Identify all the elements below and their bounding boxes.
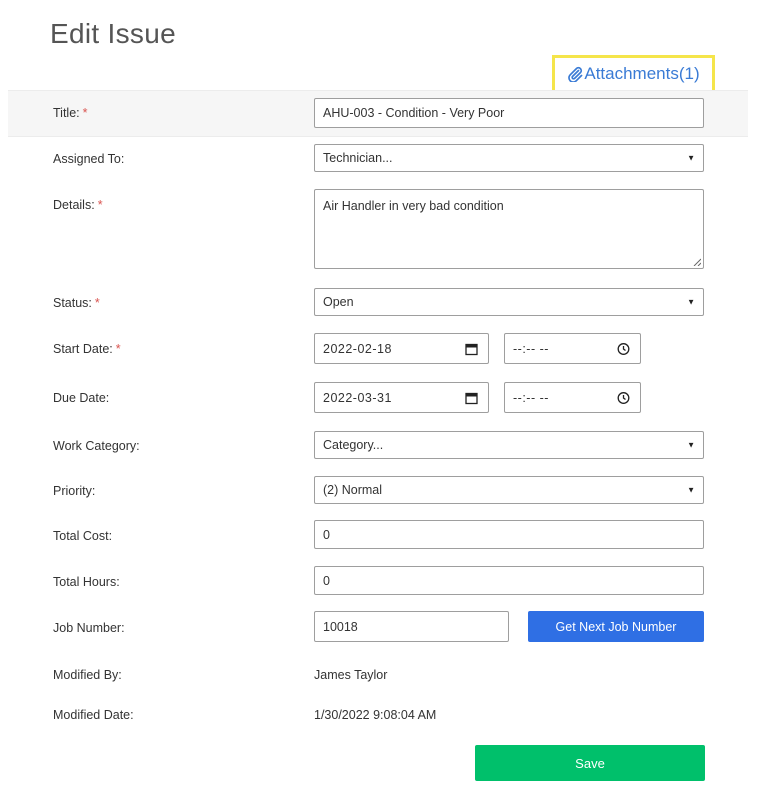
total-hours-label: Total Hours: <box>53 575 120 589</box>
chevron-down-icon: ▼ <box>687 485 695 495</box>
page-title: Edit Issue <box>50 18 176 49</box>
total-cost-label: Total Cost: <box>53 529 113 543</box>
get-next-job-number-button[interactable]: Get Next Job Number <box>528 611 704 642</box>
due-date-input[interactable]: 2022-03-31 <box>314 382 489 413</box>
start-date-input[interactable]: 2022-02-18 <box>314 333 489 364</box>
assigned-to-select[interactable]: Technician... ▼ <box>314 144 704 172</box>
chevron-down-icon: ▼ <box>687 153 695 163</box>
work-category-select[interactable]: Category... ▼ <box>314 431 704 459</box>
status-select[interactable]: Open ▼ <box>314 288 704 316</box>
start-date-label: Start Date: * <box>53 342 121 356</box>
modified-by-value: James Taylor <box>314 668 388 682</box>
job-number-input[interactable]: 10018 <box>314 611 509 642</box>
priority-select[interactable]: (2) Normal ▼ <box>314 476 704 504</box>
modified-date-label: Modified Date: <box>53 708 134 722</box>
attachments-link[interactable]: Attachments(1) <box>552 55 715 93</box>
details-label: Details: * <box>53 198 103 212</box>
chevron-down-icon: ▼ <box>687 297 695 307</box>
chevron-down-icon: ▼ <box>687 440 695 450</box>
calendar-icon[interactable] <box>465 391 478 404</box>
required-marker: * <box>97 198 103 212</box>
calendar-icon[interactable] <box>465 342 478 355</box>
attachments-label: Attachments(1) <box>584 64 700 83</box>
due-date-label: Due Date: <box>53 391 110 405</box>
clock-icon[interactable] <box>617 342 630 355</box>
title-input[interactable]: AHU-003 - Condition - Very Poor <box>314 98 704 128</box>
job-number-label: Job Number: <box>53 621 125 635</box>
required-marker: * <box>82 106 88 120</box>
details-textarea[interactable]: Air Handler in very bad condition <box>314 189 704 269</box>
clock-icon[interactable] <box>617 391 630 404</box>
save-button[interactable]: Save <box>475 745 705 781</box>
required-marker: * <box>94 296 100 310</box>
paperclip-icon <box>567 66 584 82</box>
total-hours-input[interactable]: 0 <box>314 566 704 595</box>
title-label: Title: * <box>53 106 88 120</box>
resize-handle-icon[interactable] <box>693 258 701 266</box>
total-cost-input[interactable]: 0 <box>314 520 704 549</box>
priority-label: Priority: <box>53 484 96 498</box>
due-time-input[interactable]: --:-- -- <box>504 382 641 413</box>
modified-by-label: Modified By: <box>53 668 122 682</box>
assigned-to-label: Assigned To: <box>53 152 125 166</box>
work-category-label: Work Category: <box>53 439 140 453</box>
modified-date-value: 1/30/2022 9:08:04 AM <box>314 708 437 722</box>
required-marker: * <box>115 342 121 356</box>
status-label: Status: * <box>53 296 100 310</box>
start-time-input[interactable]: --:-- -- <box>504 333 641 364</box>
